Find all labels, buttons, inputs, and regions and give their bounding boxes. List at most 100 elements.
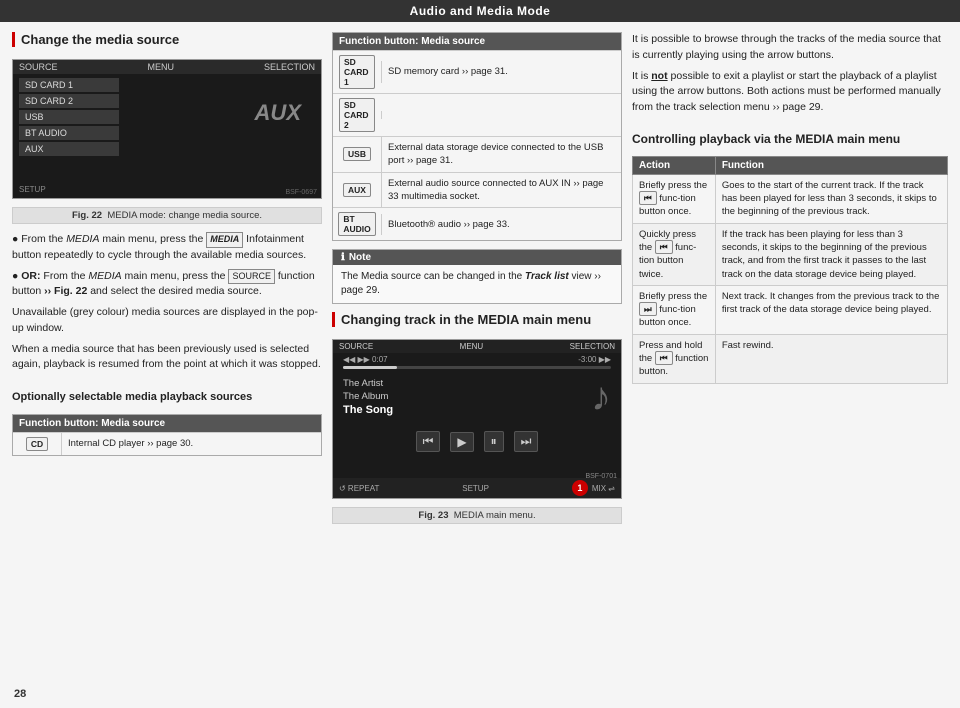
ctrl-pause: ⏸ bbox=[484, 431, 504, 452]
mix-area: 1 MIX ⇌ bbox=[572, 480, 615, 496]
func-desc-aux: External audio source connected to AUX I… bbox=[381, 173, 621, 208]
menu-item-sdcard1: SD CARD 1 bbox=[19, 78, 119, 92]
aux-label: AUX bbox=[255, 100, 301, 126]
note-header: ℹ Note bbox=[333, 250, 621, 265]
fig22-label: Fig. 22 bbox=[72, 210, 102, 221]
media-screen-fig22: SOURCE MENU SELECTION SD CARD 1 SD CARD … bbox=[12, 59, 322, 199]
right-body-text: It is possible to browse through the tra… bbox=[632, 32, 948, 121]
media-bottom-bar: ↺ REPEAT SETUP 1 MIX ⇌ bbox=[333, 478, 621, 498]
media-italic: MEDIA bbox=[66, 233, 99, 245]
func-table-left: Function button: Media source CD Interna… bbox=[12, 414, 322, 456]
menu-item-sdcard2: SD CARD 2 bbox=[19, 94, 119, 108]
table-row: Briefly press the ⏭ func-tion button onc… bbox=[633, 285, 948, 334]
artist-name: The Artist bbox=[343, 378, 393, 389]
setup-label-main: SETUP bbox=[462, 484, 489, 493]
song-name: The Song bbox=[343, 404, 393, 416]
time-bar: ◀◀ ▶▶ 0:07 -3:00 ▶▶ bbox=[333, 353, 621, 366]
table-row: Press and hold the ⏮ function button. Fa… bbox=[633, 334, 948, 383]
label-source: SOURCE bbox=[19, 62, 58, 72]
media-info: The Artist The Album The Song bbox=[343, 378, 393, 416]
table-row: Quickly press the ⏮ func-tion button twi… bbox=[633, 223, 948, 285]
cd-icon-badge: CD bbox=[26, 437, 48, 451]
album-name: The Album bbox=[343, 391, 393, 402]
func-desc-cd: Internal CD player ›› page 30. bbox=[61, 433, 321, 454]
content-area: Change the media source SOURCE MENU SELE… bbox=[0, 22, 960, 708]
fig22-caption: Fig. 22 Fig. 22 MEDIA mode: change media… bbox=[12, 207, 322, 224]
main-label-menu: MENU bbox=[460, 342, 484, 351]
section-title-change-source: Change the media source bbox=[12, 32, 322, 47]
mix-label: MIX ⇌ bbox=[592, 484, 615, 493]
func-row-btaudio: BT AUDIO Bluetooth® audio ›› page 33. bbox=[333, 207, 621, 240]
func-icon-sdcard1: SD CARD 1 bbox=[333, 51, 381, 93]
ctrl-prev: ⏮ bbox=[416, 431, 441, 452]
menu-item-usb: USB bbox=[19, 110, 119, 124]
table-row: Briefly press the ⏮ func-tion button onc… bbox=[633, 174, 948, 223]
media-main-screen-fig23: SOURCE MENU SELECTION ◀◀ ▶▶ 0:07 -3:00 ▶… bbox=[332, 339, 622, 499]
right-para-2: It is not possible to exit a playlist or… bbox=[632, 69, 948, 116]
mid-column: Function button: Media source SD CARD 1 … bbox=[332, 32, 622, 698]
func-btn-icon-3: ⏭ bbox=[639, 302, 657, 316]
col-action-header: Action bbox=[633, 156, 716, 174]
header-bar: Audio and Media Mode bbox=[0, 0, 960, 22]
header-title: Audio and Media Mode bbox=[410, 4, 551, 18]
left-para-1: ● From the MEDIA main menu, press the ME… bbox=[12, 232, 322, 264]
fig23-label: Fig. 23 bbox=[418, 510, 448, 521]
func-table-row-cd: CD Internal CD player ›› page 30. bbox=[13, 432, 321, 455]
func-table-mid-header: Function button: Media source bbox=[333, 33, 621, 50]
left-body-text: ● From the MEDIA main menu, press the ME… bbox=[12, 232, 322, 378]
action-cell-2: Quickly press the ⏮ func-tion button twi… bbox=[633, 223, 716, 285]
setup-label: SETUP bbox=[19, 185, 46, 194]
func-row-aux: AUX External audio source connected to A… bbox=[333, 172, 621, 208]
func-row-sdcard1: SD CARD 1 SD memory card ›› page 31. bbox=[333, 50, 621, 93]
fig22-ref: ›› Fig. 22 bbox=[44, 285, 87, 297]
func-desc-sdcard1: SD memory card ›› page 31. bbox=[381, 61, 621, 82]
page: Audio and Media Mode Change the media so… bbox=[0, 0, 960, 708]
label-menu: MENU bbox=[148, 62, 175, 72]
time-remaining: -3:00 ▶▶ bbox=[578, 355, 611, 364]
right-column: It is possible to browse through the tra… bbox=[632, 32, 948, 698]
source-badge: SOURCE bbox=[228, 269, 275, 285]
func-row-usb: USB External data storage device connect… bbox=[333, 136, 621, 172]
function-cell-1: Goes to the start of the current track. … bbox=[715, 174, 947, 223]
left-para-4: When a media source that has been previo… bbox=[12, 342, 322, 374]
media-badge: MEDIA bbox=[206, 232, 243, 248]
col-function-header: Function bbox=[715, 156, 947, 174]
action-cell-1: Briefly press the ⏮ func-tion button onc… bbox=[633, 174, 716, 223]
menu-item-aux: AUX bbox=[19, 142, 119, 156]
action-table: Action Function Briefly press the ⏮ func… bbox=[632, 156, 948, 384]
repeat-label: ↺ REPEAT bbox=[339, 484, 379, 493]
arrow-cd: ›› bbox=[145, 438, 157, 449]
func-desc-btaudio: Bluetooth® audio ›› page 33. bbox=[381, 214, 621, 235]
func-icon-cd: CD bbox=[13, 433, 61, 455]
func-row-sdcard2: SD CARD 2 bbox=[333, 93, 621, 136]
action-cell-4: Press and hold the ⏮ function button. bbox=[633, 334, 716, 383]
or-label: OR: bbox=[21, 270, 40, 282]
controlling-title: Controlling playback via the MEDIA main … bbox=[632, 132, 948, 146]
func-icon-usb: USB bbox=[333, 143, 381, 165]
mix-badge: 1 bbox=[572, 480, 588, 496]
media-controls: ⏮ ▶ ⏸ ⏭ bbox=[333, 425, 621, 458]
changing-track-title: Changing track in the MEDIA main menu bbox=[332, 312, 622, 327]
optional-title: Optionally selectable media playback sou… bbox=[12, 391, 322, 403]
media-screen-top-bar: SOURCE MENU SELECTION bbox=[13, 60, 321, 74]
page-number: 28 bbox=[14, 688, 26, 700]
media-main-center: The Artist The Album The Song ♪ bbox=[333, 369, 621, 425]
fig23-id: BSF-0701 bbox=[585, 473, 617, 480]
main-label-selection: SELECTION bbox=[570, 342, 615, 351]
note-label: Note bbox=[349, 252, 371, 263]
media-italic2: MEDIA bbox=[88, 270, 121, 282]
ctrl-play: ▶ bbox=[450, 432, 473, 452]
func-icon-sdcard2: SD CARD 2 bbox=[333, 94, 381, 136]
function-cell-4: Fast rewind. bbox=[715, 334, 947, 383]
sdcard1-badge: SD CARD 1 bbox=[339, 55, 375, 89]
note-box: ℹ Note The Media source can be changed i… bbox=[332, 249, 622, 304]
right-para-1: It is possible to browse through the tra… bbox=[632, 32, 948, 64]
left-column: Change the media source SOURCE MENU SELE… bbox=[12, 32, 322, 698]
func-table-mid: Function button: Media source SD CARD 1 … bbox=[332, 32, 622, 241]
sdcard2-badge: SD CARD 2 bbox=[339, 98, 375, 132]
time-elapsed: ◀◀ ▶▶ 0:07 bbox=[343, 355, 388, 364]
media-main-top-bar: SOURCE MENU SELECTION bbox=[333, 340, 621, 353]
function-cell-3: Next track. It changes from the previous… bbox=[715, 285, 947, 334]
aux-badge: AUX bbox=[343, 183, 371, 197]
not-label: not bbox=[651, 70, 667, 82]
